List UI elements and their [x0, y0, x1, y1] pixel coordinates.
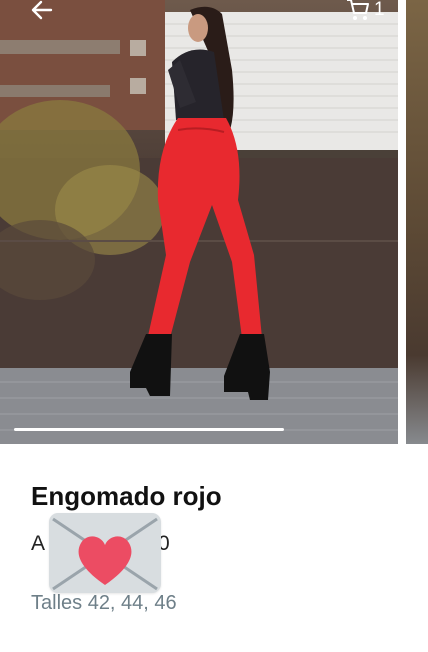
product-title: Engomado rojo — [31, 481, 222, 511]
product-photo-illustration — [0, 0, 398, 444]
product-sizes: Talles 42, 44, 46 — [31, 592, 177, 614]
next-product-photo[interactable] — [406, 0, 428, 444]
product-image-gallery[interactable]: 1 — [0, 0, 428, 444]
price-prefix: A — [31, 532, 46, 555]
arrow-left-icon — [31, 0, 53, 20]
heart-envelope-icon — [52, 517, 158, 591]
product-photo[interactable] — [0, 0, 398, 444]
back-button[interactable] — [28, 0, 56, 24]
gallery-progress-bar — [14, 428, 284, 431]
cart-count-badge: 1 — [374, 0, 385, 20]
cart-button[interactable]: 1 — [346, 0, 385, 24]
shopping-cart-icon — [347, 0, 369, 20]
favorite-button[interactable] — [49, 513, 161, 593]
